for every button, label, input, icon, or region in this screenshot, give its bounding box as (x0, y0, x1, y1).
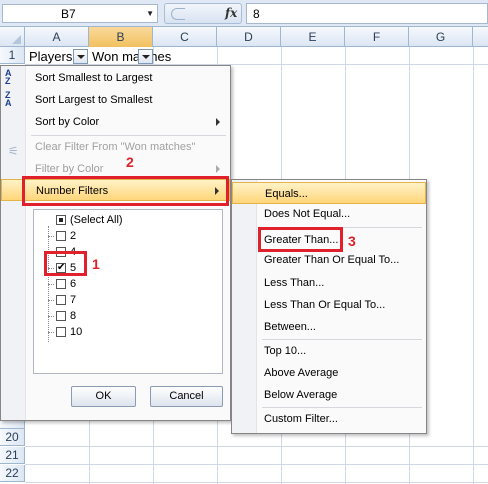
annotation-box-number-filters (22, 176, 229, 206)
gridline (25, 482, 488, 483)
column-headers: A B C D E F G (0, 27, 488, 47)
submenu-above-average-label: Above Average (264, 367, 339, 379)
gridline (409, 434, 410, 484)
submenu-equals[interactable]: Equals... (232, 182, 426, 204)
sort-by-color-item[interactable]: Sort by Color (1, 111, 230, 133)
select-all-corner[interactable] (0, 27, 25, 47)
checkbox-value-2-label: 2 (70, 230, 77, 242)
submenu-custom-filter[interactable]: Custom Filter... (232, 408, 426, 430)
submenu-greater-than-or-equal[interactable]: Greater Than Or Equal To... (232, 249, 426, 271)
checkbox-value-6-box[interactable] (56, 279, 66, 289)
column-header-f[interactable]: F (345, 27, 409, 47)
sort-by-color-label: Sort by Color (35, 116, 100, 128)
number-filters-submenu: Equals... Does Not Equal... Greater Than… (231, 179, 427, 434)
checkbox-value-8-label: 8 (70, 310, 77, 322)
column-header-c[interactable]: C (153, 27, 217, 47)
chevron-down-icon[interactable]: ▼ (146, 9, 154, 18)
gridline (25, 446, 488, 447)
submenu-arrow-icon (216, 118, 220, 126)
annotation-step-3: 3 (348, 233, 356, 249)
tree-connector (48, 284, 54, 285)
gridline (217, 421, 218, 484)
sort-az-icon: AZ (5, 68, 12, 86)
gridline (409, 47, 410, 179)
column-header-e[interactable]: E (281, 27, 345, 47)
gridline (473, 47, 474, 484)
submenu-less-than-label: Less Than... (264, 277, 325, 289)
formula-bar: B7 ▼ fx 8 (0, 0, 488, 27)
annotation-step-1: 1 (92, 256, 100, 272)
row-header-22[interactable]: 22 (0, 465, 25, 482)
autofilter-dropdown: AZ Sort Smallest to Largest ZA Sort Larg… (0, 65, 231, 421)
tree-connector (48, 332, 54, 333)
name-box[interactable]: B7 ▼ (2, 4, 158, 23)
clear-filter-item[interactable]: ⚟ Clear Filter From "Won matches" (1, 136, 230, 158)
checkbox-value-7-label: 7 (70, 294, 77, 306)
value-checklist[interactable]: (Select All) 2 4 5 6 7 8 (33, 209, 223, 374)
filter-dropdown-button-a[interactable] (73, 49, 88, 64)
submenu-top-10-label: Top 10... (264, 345, 307, 357)
clear-filter-label: Clear Filter From "Won matches" (35, 141, 196, 153)
submenu-below-average[interactable]: Below Average (232, 384, 426, 406)
annotation-box-checkbox-5 (44, 251, 87, 276)
submenu-equals-label: Equals... (265, 188, 308, 200)
submenu-less-than-or-equal-label: Less Than Or Equal To... (264, 299, 386, 311)
checkbox-value-10-box[interactable] (56, 327, 66, 337)
submenu-less-than[interactable]: Less Than... (232, 272, 426, 294)
row-header-20[interactable]: 20 (0, 429, 25, 446)
gridline (217, 47, 218, 65)
submenu-less-than-or-equal[interactable]: Less Than Or Equal To... (232, 294, 426, 316)
gridline (89, 421, 90, 484)
sort-ascending-label: Sort Smallest to Largest (35, 72, 153, 84)
sort-za-icon: ZA (5, 90, 12, 108)
tree-connector (48, 236, 54, 237)
submenu-arrow-icon (216, 165, 220, 173)
checkbox-select-all-label: (Select All) (70, 214, 123, 226)
submenu-between-label: Between... (264, 321, 316, 333)
submenu-between[interactable]: Between... (232, 316, 426, 338)
submenu-custom-filter-label: Custom Filter... (264, 413, 338, 425)
submenu-top-10[interactable]: Top 10... (232, 340, 426, 362)
checkbox-value-10-label: 10 (70, 326, 83, 338)
column-header-d[interactable]: D (217, 27, 281, 47)
gridline (281, 47, 282, 179)
checkbox-value-7-box[interactable] (56, 295, 66, 305)
gridline (25, 464, 488, 465)
name-box-value: B7 (61, 7, 76, 21)
insert-function-button[interactable]: fx (225, 6, 237, 20)
gridline (345, 434, 346, 484)
cell-a1[interactable]: Players (29, 49, 72, 64)
ok-button[interactable]: OK (71, 386, 136, 407)
row-header-1[interactable]: 1 (0, 47, 25, 64)
column-header-g[interactable]: G (409, 27, 473, 47)
submenu-below-average-label: Below Average (264, 389, 338, 401)
gridline (345, 47, 346, 179)
column-header-b[interactable]: B (89, 27, 153, 47)
gridline (281, 434, 282, 484)
submenu-above-average[interactable]: Above Average (232, 362, 426, 384)
submenu-does-not-equal[interactable]: Does Not Equal... (232, 203, 426, 225)
cell-b1[interactable]: Won matches (92, 49, 171, 64)
tree-connector (48, 316, 54, 317)
gridline (153, 421, 154, 484)
checkbox-select-all-box[interactable] (56, 215, 66, 225)
sort-descending-item[interactable]: ZA Sort Largest to Smallest (1, 89, 230, 111)
resize-grip-icon[interactable] (171, 8, 185, 20)
sort-descending-label: Sort Largest to Smallest (35, 94, 153, 106)
checkbox-value-8-box[interactable] (56, 311, 66, 321)
fx-button-area: fx (164, 3, 242, 24)
cancel-button[interactable]: Cancel (150, 386, 223, 407)
filter-dropdown-button-b[interactable] (138, 49, 153, 64)
submenu-greater-than-or-equal-label: Greater Than Or Equal To... (264, 254, 400, 266)
tree-connector (48, 300, 54, 301)
submenu-does-not-equal-label: Does Not Equal... (264, 208, 351, 220)
checkbox-value-2-box[interactable] (56, 231, 66, 241)
annotation-step-2: 2 (126, 154, 134, 170)
checkbox-value-6-label: 6 (70, 278, 77, 290)
sort-ascending-item[interactable]: AZ Sort Smallest to Largest (1, 67, 230, 89)
formula-input[interactable]: 8 (246, 3, 488, 24)
annotation-box-greater-than (258, 227, 343, 252)
row-header-21[interactable]: 21 (0, 447, 25, 464)
column-header-a[interactable]: A (25, 27, 89, 47)
